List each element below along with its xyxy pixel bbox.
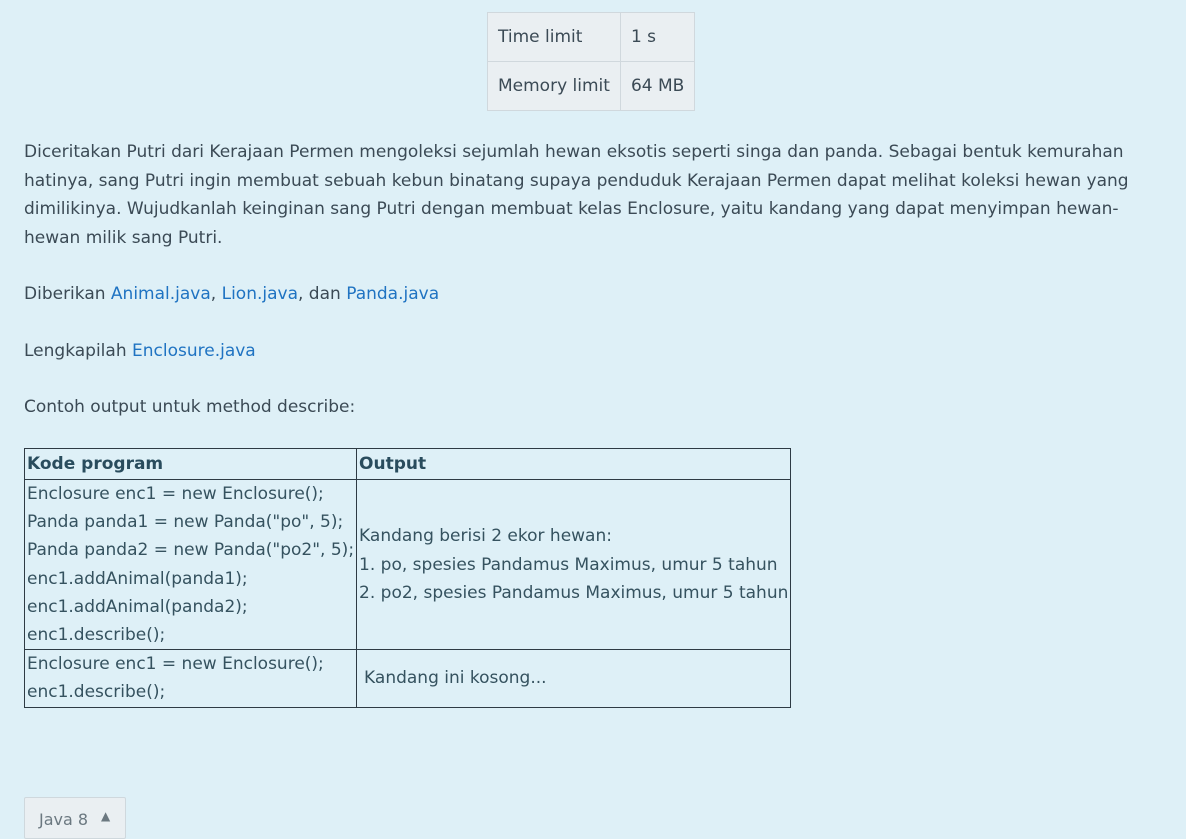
given-separator-and: , dan [298,284,347,304]
problem-description: Diceritakan Putri dari Kerajaan Permen m… [24,138,1164,450]
output-cell: Kandang berisi 2 ekor hewan: 1. po, spes… [356,478,792,651]
code-cell: Enclosure enc1 = new Enclosure(); enc1.d… [23,649,358,708]
language-label: Java 8 [39,810,89,829]
panda-java-link[interactable]: Panda.java [346,284,439,304]
enclosure-java-link[interactable]: Enclosure.java [132,341,256,361]
complete-prefix: Lengkapilah [24,340,132,361]
table-row: Enclosure enc1 = new Enclosure(); Panda … [23,478,792,651]
code-line: Panda panda2 = new Panda("po2", 5); [27,540,355,561]
given-separator: , [210,284,222,304]
memory-limit-value: 64 MB [619,61,696,111]
code-line: Panda panda1 = new Panda("po", 5); [27,512,344,533]
animal-java-link[interactable]: Animal.java [111,284,211,304]
sample-table-header-row: Kode program Output [23,448,792,480]
code-line: enc1.describe(); [27,682,166,703]
sample-io-table: Kode program Output Enclosure enc1 = new… [23,448,792,708]
caret-up-icon: ▲ [101,809,111,823]
output-column-header: Output [356,448,792,480]
code-line: enc1.addAnimal(panda2); [27,596,248,617]
given-prefix: Diberikan [24,284,111,304]
output-line: Kandang ini kosong... [364,668,547,689]
output-line: 2. po2, spesies Pandamus Maximus, umur 5… [359,582,789,603]
code-line: Enclosure enc1 = new Enclosure(); [27,484,324,504]
time-limit-label: Time limit [487,12,621,62]
code-column-header: Kode program [23,448,358,480]
language-selector-button[interactable]: Java 8 ▲ [24,797,126,839]
code-line: enc1.addAnimal(panda1); [27,568,248,589]
memory-limit-label: Memory limit [487,61,621,111]
output-line: Kandang berisi 2 ekor hewan: [359,526,612,547]
limits-row-time: Time limit 1 s [487,12,696,62]
complete-file-paragraph: Lengkapilah Enclosure.java [24,337,1164,366]
output-cell: Kandang ini kosong... [356,649,792,708]
given-files-paragraph: Diberikan Animal.java, Lion.java, dan Pa… [24,280,1164,309]
story-paragraph: Diceritakan Putri dari Kerajaan Permen m… [24,142,1129,248]
code-line: Enclosure enc1 = new Enclosure(); [27,654,324,675]
limits-row-memory: Memory limit 64 MB [487,61,696,111]
lion-java-link[interactable]: Lion.java [222,284,298,304]
table-row: Enclosure enc1 = new Enclosure(); enc1.d… [23,649,792,708]
limits-table: Time limit 1 s Memory limit 64 MB [487,12,696,111]
output-line: 1. po, spesies Pandamus Maximus, umur 5 … [359,554,778,575]
code-line: enc1.describe(); [27,625,166,646]
code-cell: Enclosure enc1 = new Enclosure(); Panda … [23,478,358,651]
example-intro: Contoh output untuk method describe: [24,397,356,417]
time-limit-value: 1 s [619,12,696,62]
